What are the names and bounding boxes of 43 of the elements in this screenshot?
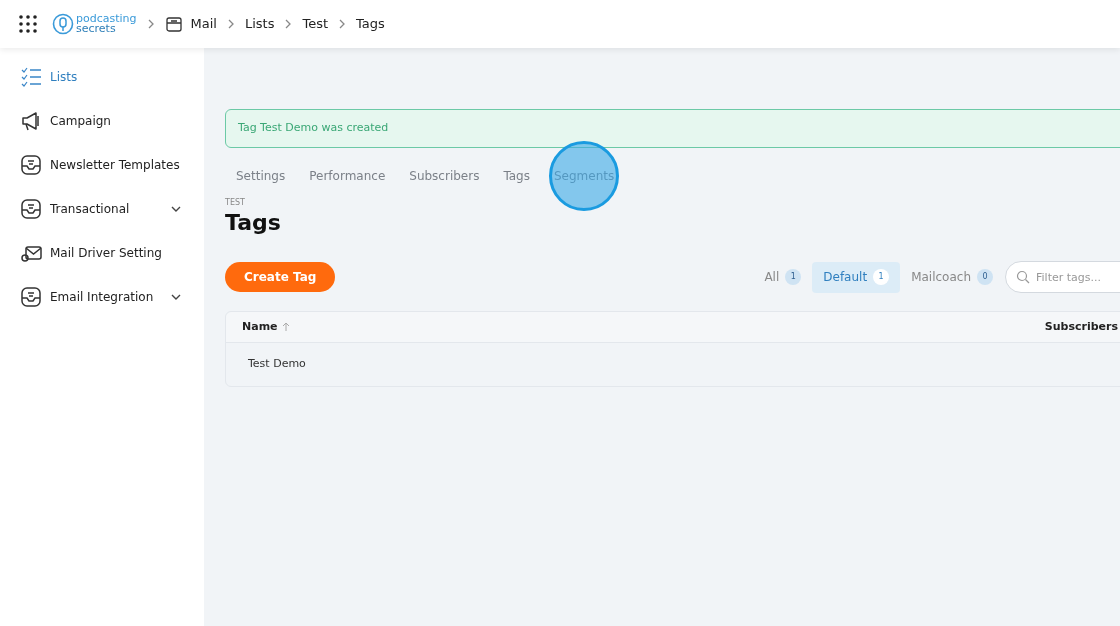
tab-link[interactable]: Performance [298,167,397,185]
logo-text: secrets [76,24,116,34]
page-title: Tags [225,209,282,237]
inbox-icon [20,286,42,308]
count-badge: 0 [977,269,993,285]
tab-link[interactable]: Settings [225,167,297,185]
sidebar-item[interactable]: Lists [20,62,182,92]
tab-link[interactable]: Subscribers [398,167,491,185]
logo-text: podcasting [76,14,137,24]
chevron-right-icon [146,19,155,29]
count-badge: 1 [873,269,890,285]
count-badge: 1 [785,269,802,285]
chevron-right-icon [284,19,293,29]
filter-tab[interactable]: Mailcoach 0 [900,261,1004,293]
column-header[interactable]: Subscribers [1044,318,1118,336]
sidebar-item[interactable]: Transactional [20,194,182,224]
search-field[interactable]: Filter tags... [1005,261,1120,293]
filter-tab[interactable]: All 1 [753,261,813,293]
inbox-icon [20,198,42,220]
mailbox-icon [164,15,183,33]
sidebar-item[interactable]: Newsletter Templates [20,150,182,180]
microphone-logo-icon [52,13,74,35]
page-overline: TEST [225,197,246,209]
sidebar-item[interactable]: Campaign [20,106,182,136]
breadcrumb-link[interactable]: Tags [356,14,385,34]
table-cell-text: Test Demo [248,356,307,373]
chevron-right-icon [226,19,235,29]
breadcrumb-link[interactable]: Lists [244,14,275,34]
inbox-icon [20,154,42,176]
app-menu-button[interactable] [16,12,40,36]
filter-tab[interactable]: Default 1 [812,261,901,293]
breadcrumb-link[interactable]: Mail [190,14,217,34]
search-icon [1016,270,1030,284]
success-alert: Tag Test Demo was created [225,109,1120,148]
sidebar-item[interactable]: Mail Driver Setting [20,238,182,268]
megaphone-icon [20,110,42,132]
column-header[interactable]: Name [242,318,1045,336]
checklist-icon [20,66,42,88]
sidebar-item[interactable]: Email Integration [20,282,182,312]
breadcrumb-link[interactable]: Test [302,14,329,34]
grid-menu-icon [18,14,38,34]
chevron-right-icon [338,19,347,29]
tab-link[interactable]: Tags [492,167,541,185]
